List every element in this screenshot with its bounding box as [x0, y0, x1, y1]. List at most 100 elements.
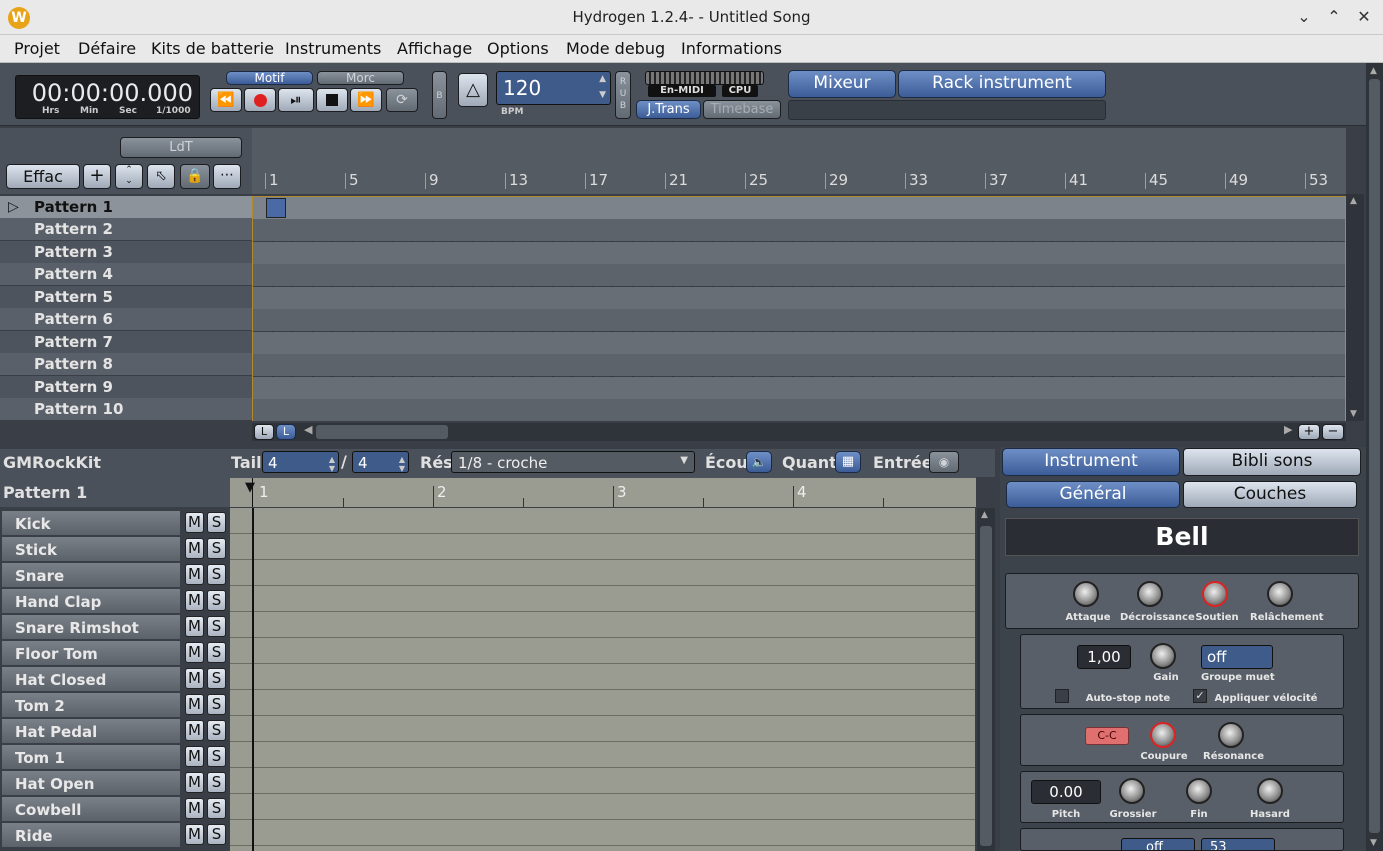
- instrument-row-kick[interactable]: Kick M S: [2, 510, 228, 535]
- random-pitch-knob[interactable]: [1257, 778, 1283, 804]
- more-options-button[interactable]: ⋯: [213, 164, 241, 189]
- resonance-knob[interactable]: [1218, 722, 1244, 748]
- minimize-icon[interactable]: ⌄: [1293, 6, 1315, 28]
- close-icon[interactable]: ✕: [1353, 6, 1375, 28]
- metronome-button[interactable]: △: [458, 73, 488, 107]
- menu-projet[interactable]: Projet: [14, 39, 60, 58]
- solo-button[interactable]: S: [207, 798, 226, 819]
- zoom-out-button[interactable]: −: [1322, 424, 1344, 440]
- main-vertical-scrollbar[interactable]: ▲ ▼: [1366, 63, 1383, 851]
- left-bracket-button[interactable]: L: [254, 424, 274, 440]
- instrument-row-tom-1[interactable]: Tom 1MS: [2, 744, 228, 769]
- pattern-row-4[interactable]: Pattern 4: [0, 263, 252, 285]
- mute-button[interactable]: M: [185, 824, 204, 845]
- pattern-row-3[interactable]: Pattern 3: [0, 241, 252, 263]
- instrument-rack-button[interactable]: Rack instrument: [898, 70, 1106, 98]
- partial-spinbox-1[interactable]: off: [1121, 838, 1195, 850]
- scroll-up-icon[interactable]: ▲: [1350, 196, 1357, 206]
- instrument-row-tom-2[interactable]: Tom 2MS: [2, 692, 228, 717]
- instrument-row-hat-open[interactable]: Hat Open M S: [2, 770, 228, 795]
- loop-button[interactable]: ⟳: [386, 88, 418, 112]
- song-grid[interactable]: [252, 196, 1346, 421]
- scroll-down-icon[interactable]: ▼: [1350, 409, 1357, 419]
- auto-stop-checkbox[interactable]: [1055, 689, 1069, 703]
- rubberband-toggle[interactable]: R U B: [615, 71, 631, 119]
- pattern-row-7[interactable]: Pattern 7: [0, 331, 252, 353]
- instrument-row-snare[interactable]: Snare M S: [2, 562, 228, 587]
- instrument-name[interactable]: Hat Pedal: [2, 719, 180, 743]
- instrument-row-hat-closed[interactable]: Hat Closed M S: [2, 666, 228, 691]
- pattern-row-1[interactable]: ▷ Pattern 1: [0, 196, 252, 218]
- instrument-name[interactable]: Snare: [2, 563, 180, 587]
- solo-button[interactable]: S: [207, 720, 226, 741]
- scroll-right-icon[interactable]: ▶: [1284, 423, 1292, 436]
- tab-instrument[interactable]: Instrument: [1002, 448, 1180, 476]
- quantize-button[interactable]: ▦: [835, 451, 861, 473]
- instrument-name[interactable]: Snare Rimshot: [2, 615, 180, 639]
- maximize-icon[interactable]: ⌃: [1323, 6, 1345, 28]
- pattern-row-5[interactable]: Pattern 5: [0, 286, 252, 308]
- solo-button[interactable]: S: [207, 512, 226, 533]
- mute-button[interactable]: M: [185, 642, 204, 663]
- solo-button[interactable]: S: [207, 590, 226, 611]
- solo-button[interactable]: S: [207, 616, 226, 637]
- attack-knob[interactable]: [1073, 581, 1099, 607]
- timebase-button[interactable]: Timebase: [703, 100, 781, 119]
- scroll-down-icon[interactable]: ▼: [1370, 838, 1377, 848]
- solo-button[interactable]: S: [207, 772, 226, 793]
- listen-button[interactable]: 🔈: [746, 451, 772, 473]
- solo-button[interactable]: S: [207, 746, 226, 767]
- scroll-up-icon[interactable]: ▲: [1370, 66, 1377, 76]
- jack-transport-button[interactable]: J.Trans: [636, 100, 701, 119]
- mute-button[interactable]: M: [185, 512, 204, 533]
- fine-pitch-knob[interactable]: [1186, 778, 1212, 804]
- fast-forward-button[interactable]: ⏩: [350, 88, 382, 112]
- instrument-name[interactable]: Floor Tom: [2, 641, 180, 665]
- instrument-name[interactable]: Cowbell: [2, 797, 180, 821]
- menu-informations[interactable]: Informations: [681, 39, 782, 58]
- solo-button[interactable]: S: [207, 824, 226, 845]
- sustain-knob[interactable]: [1202, 581, 1228, 607]
- solo-button[interactable]: S: [207, 564, 226, 585]
- pattern-grid[interactable]: [230, 508, 975, 851]
- select-mode-button[interactable]: ⬁: [147, 164, 175, 189]
- mute-button[interactable]: M: [185, 798, 204, 819]
- release-knob[interactable]: [1267, 581, 1293, 607]
- mute-button[interactable]: M: [185, 772, 204, 793]
- resolution-select[interactable]: 1/8 - croche ▼: [451, 451, 695, 473]
- song-horizontal-scrollbar[interactable]: L L ◀ ▶ + −: [252, 423, 1346, 441]
- scroll-thumb[interactable]: [1369, 79, 1380, 833]
- timeline-button[interactable]: LdT: [120, 137, 242, 158]
- instrument-row-hat-pedal[interactable]: Hat Pedal M S: [2, 718, 228, 743]
- instrument-name[interactable]: Stick: [2, 537, 180, 561]
- instrument-row-stick[interactable]: Stick M S: [2, 536, 228, 561]
- menu-options[interactable]: Options: [487, 39, 549, 58]
- pattern-row-8[interactable]: Pattern 8: [0, 353, 252, 375]
- beat-counter-toggle[interactable]: B: [432, 71, 447, 119]
- mute-button[interactable]: M: [185, 668, 204, 689]
- scroll-thumb[interactable]: [316, 425, 448, 439]
- scroll-thumb[interactable]: [980, 526, 992, 846]
- mute-button[interactable]: M: [185, 694, 204, 715]
- menu-debug[interactable]: Mode debug: [566, 39, 665, 58]
- gain-knob[interactable]: [1150, 643, 1176, 669]
- pattern-row-6[interactable]: Pattern 6: [0, 308, 252, 330]
- instrument-name[interactable]: Hand Clap: [2, 589, 180, 613]
- tab-layers[interactable]: Couches: [1183, 481, 1357, 508]
- bpm-up-icon[interactable]: ▲: [599, 74, 606, 84]
- play-pause-button[interactable]: ⏯: [278, 88, 314, 112]
- scroll-left-icon[interactable]: ◀: [304, 423, 312, 436]
- input-mode-button[interactable]: ◉: [929, 451, 959, 473]
- mixer-button[interactable]: Mixeur: [788, 70, 896, 98]
- pattern-mode-button[interactable]: Motif: [226, 71, 313, 85]
- mute-button[interactable]: M: [185, 616, 204, 637]
- mute-button[interactable]: M: [185, 746, 204, 767]
- song-mode-button[interactable]: Morc: [317, 71, 404, 85]
- menu-instruments[interactable]: Instruments: [285, 39, 381, 58]
- menu-affichage[interactable]: Affichage: [397, 39, 472, 58]
- mute-button[interactable]: M: [185, 538, 204, 559]
- pattern-vertical-scrollbar[interactable]: ▲: [977, 508, 995, 851]
- decay-knob[interactable]: [1137, 581, 1163, 607]
- instrument-row-floor-tom[interactable]: Floor Tom M S: [2, 640, 228, 665]
- solo-button[interactable]: S: [207, 668, 226, 689]
